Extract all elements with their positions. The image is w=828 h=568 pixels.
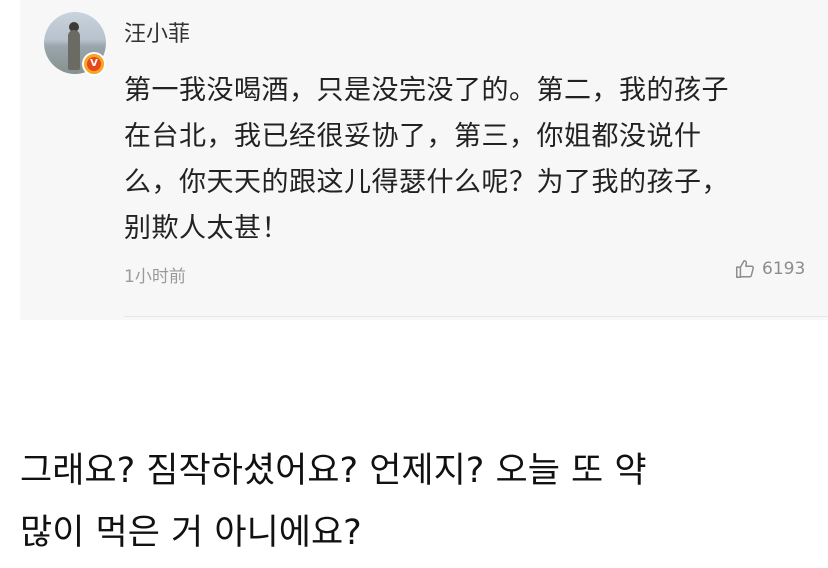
avatar-figure-body [68,30,80,70]
korean-caption: 그래요? 짐작하셨어요? 언제지? 오늘 또 약 많이 먹은 거 아니에요? [20,451,647,553]
comment-timestamp: 1小时前 [124,267,186,287]
verified-badge-icon: V [82,52,106,76]
comment-card: V 汪小菲 第一我没喝酒，只是没完没了的。第二，我的孩子 在台北，我已经很妥协了… [20,0,828,320]
like-count: 6193 [762,259,806,279]
username[interactable]: 汪小菲 [124,16,190,48]
like-button[interactable]: 6193 [734,258,805,280]
card-divider [124,316,828,317]
comment-text: 第一我没喝酒，只是没完没了的。第二，我的孩子 在台北，我已经很妥协了，第三，你姐… [124,75,729,244]
verified-badge-letter: V [87,57,101,71]
thumbs-up-icon [736,260,754,278]
